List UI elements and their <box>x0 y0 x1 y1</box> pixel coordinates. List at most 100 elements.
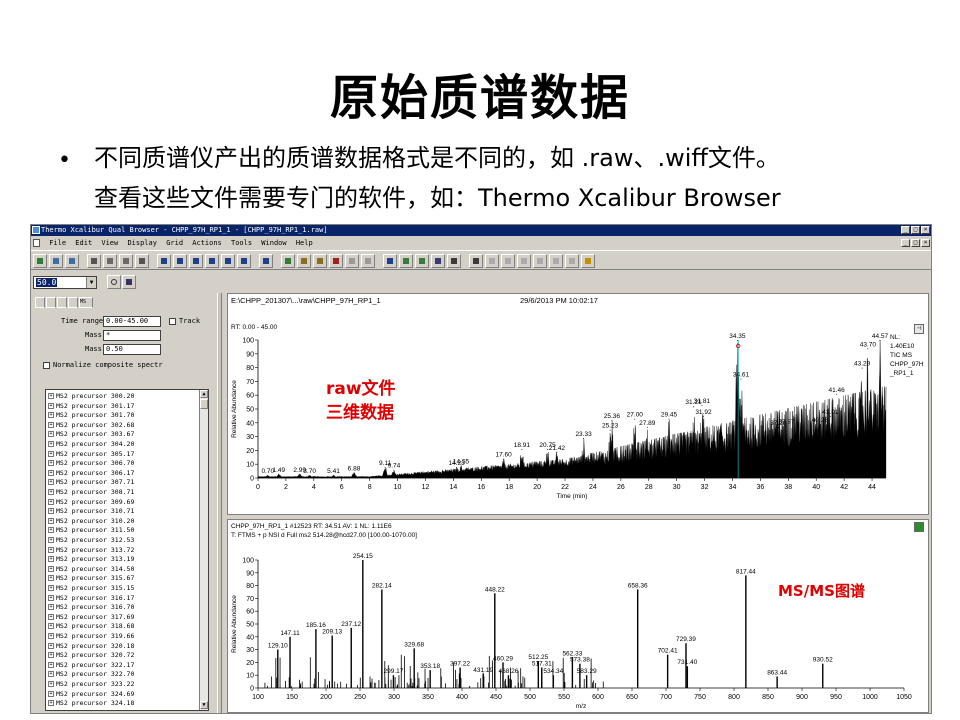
expand-icon[interactable]: + <box>48 642 54 649</box>
tab-instrument[interactable] <box>57 297 67 308</box>
list-item[interactable]: + MS2 precursor 313.19 <box>48 555 134 565</box>
tab-scan-header[interactable] <box>46 297 56 308</box>
scroll-down-icon[interactable]: ▼ <box>200 701 208 709</box>
layout-icon[interactable] <box>297 254 311 268</box>
tile-icon[interactable] <box>345 254 359 268</box>
list-item[interactable]: + MS2 precursor 306.17 <box>48 469 134 479</box>
gray4-icon[interactable] <box>533 254 547 268</box>
minimize-button[interactable]: _ <box>901 226 910 234</box>
child-maximize-button[interactable]: □ <box>911 239 920 247</box>
list-icon[interactable] <box>447 254 461 268</box>
expand-icon[interactable]: + <box>48 613 54 620</box>
expand-icon[interactable]: + <box>48 402 54 409</box>
expand-icon[interactable]: + <box>48 537 54 543</box>
paste-icon[interactable] <box>119 254 133 268</box>
expand-icon[interactable]: + <box>48 421 54 428</box>
expand-icon[interactable]: + <box>48 585 54 591</box>
list-item[interactable]: + MS2 precursor 301.70 <box>48 411 134 421</box>
expand-icon[interactable]: + <box>48 594 54 601</box>
expand-icon[interactable]: + <box>48 556 54 563</box>
close-button[interactable]: × <box>921 226 930 234</box>
list-item[interactable]: + MS2 precursor 303.67 <box>48 430 134 440</box>
scroll-thumb[interactable] <box>200 399 208 409</box>
undo-icon[interactable] <box>135 254 149 268</box>
list-item[interactable]: + MS2 precursor 317.69 <box>48 613 134 623</box>
list-item[interactable]: + MS2 precursor 315.67 <box>48 574 134 584</box>
child-close-button[interactable]: × <box>921 239 930 247</box>
zoom-out-icon[interactable] <box>237 254 251 268</box>
list-item[interactable]: + MS2 precursor 318.68 <box>48 622 134 632</box>
peak-icon[interactable] <box>259 254 273 268</box>
expand-icon[interactable]: + <box>48 450 54 457</box>
scroll-up-icon[interactable]: ▲ <box>200 390 208 398</box>
mass-input[interactable]: * <box>103 330 161 341</box>
menu-help[interactable]: Help <box>296 237 313 249</box>
list-item[interactable]: + MS2 precursor 320.18 <box>48 642 134 652</box>
expand-icon[interactable]: + <box>48 517 54 524</box>
gray6-icon[interactable] <box>565 254 579 268</box>
chromatogram-panel[interactable]: E:\CHPP_201307\...\raw\CHPP_97H_RP1_1 29… <box>227 293 929 515</box>
table-icon[interactable] <box>469 254 483 268</box>
help-icon[interactable] <box>581 254 595 268</box>
list-item[interactable]: + MS2 precursor 305.17 <box>48 450 134 460</box>
expand-icon[interactable]: + <box>48 633 54 639</box>
arrange-icon[interactable] <box>383 254 397 268</box>
zoom-in-icon[interactable] <box>221 254 235 268</box>
list-item[interactable]: + MS2 precursor 310.20 <box>48 517 134 527</box>
tab-ranges[interactable] <box>35 297 45 308</box>
list-item[interactable]: + MS2 precursor 322.17 <box>48 661 134 671</box>
list-item[interactable]: + MS2 precursor 311.50 <box>48 526 134 536</box>
list-item[interactable]: + MS2 precursor 315.15 <box>48 584 134 594</box>
normalize-checkbox[interactable] <box>43 362 50 369</box>
tab-ms[interactable]: MS <box>79 297 93 308</box>
menu-display[interactable]: Display <box>127 237 157 249</box>
expand-icon[interactable]: + <box>48 489 54 495</box>
map-icon[interactable] <box>431 254 445 268</box>
spectrum-panel[interactable]: CHPP_97H_RP1_1 #12523 RT: 34.51 AV: 1 NL… <box>227 519 929 713</box>
cascade-icon[interactable] <box>361 254 375 268</box>
expand-icon[interactable]: + <box>48 681 54 687</box>
grid-icon[interactable] <box>313 254 327 268</box>
maximize-button[interactable]: □ <box>911 226 920 234</box>
chrom-icon[interactable] <box>415 254 429 268</box>
export-icon[interactable] <box>281 254 295 268</box>
print-icon[interactable] <box>87 254 101 268</box>
expand-icon[interactable]: + <box>48 498 54 505</box>
list-item[interactable]: + MS2 precursor 308.71 <box>48 488 134 498</box>
expand-icon[interactable]: + <box>48 460 54 467</box>
prev-icon[interactable] <box>157 254 171 268</box>
copy-icon[interactable] <box>103 254 117 268</box>
expand-icon[interactable]: + <box>48 652 54 659</box>
expand-icon[interactable]: + <box>48 527 54 534</box>
menu-file[interactable]: File <box>49 237 66 249</box>
expand-icon[interactable]: + <box>48 441 54 447</box>
back-icon[interactable] <box>189 254 203 268</box>
list-item[interactable]: + MS2 precursor 312.53 <box>48 536 134 546</box>
spectrum-icon[interactable] <box>399 254 413 268</box>
zoom-icon[interactable] <box>107 275 121 289</box>
list-item[interactable]: + MS2 precursor 300.20 <box>48 392 134 402</box>
child-minimize-button[interactable]: _ <box>901 239 910 247</box>
expand-icon[interactable]: + <box>48 412 54 419</box>
list-item[interactable]: + MS2 precursor 309.69 <box>48 498 134 508</box>
list-item[interactable]: + MS2 precursor 316.70 <box>48 603 134 613</box>
list-item[interactable]: + MS2 precursor 301.17 <box>48 402 134 412</box>
expand-icon[interactable]: + <box>48 690 54 697</box>
list-item[interactable]: + MS2 precursor 306.70 <box>48 459 134 469</box>
menu-grid[interactable]: Grid <box>166 237 183 249</box>
gray2-icon[interactable] <box>501 254 515 268</box>
list-item[interactable]: + MS2 precursor 323.22 <box>48 680 134 690</box>
expand-icon[interactable]: + <box>48 431 54 438</box>
expand-icon[interactable]: + <box>48 661 54 668</box>
list-item[interactable]: + MS2 precursor 324.69 <box>48 690 134 700</box>
expand-icon[interactable]: + <box>48 393 54 399</box>
tab-status[interactable] <box>68 297 78 308</box>
expand-icon[interactable]: + <box>48 546 54 553</box>
expand-icon[interactable]: + <box>48 623 54 630</box>
list-item[interactable]: + MS2 precursor 319.66 <box>48 632 134 642</box>
chevron-down-icon[interactable]: ▼ <box>86 277 96 288</box>
expand-icon[interactable]: + <box>48 469 54 476</box>
list-item[interactable]: + MS2 precursor 322.70 <box>48 670 134 680</box>
expand-icon[interactable]: + <box>48 700 54 707</box>
expand-icon[interactable]: + <box>48 508 54 515</box>
